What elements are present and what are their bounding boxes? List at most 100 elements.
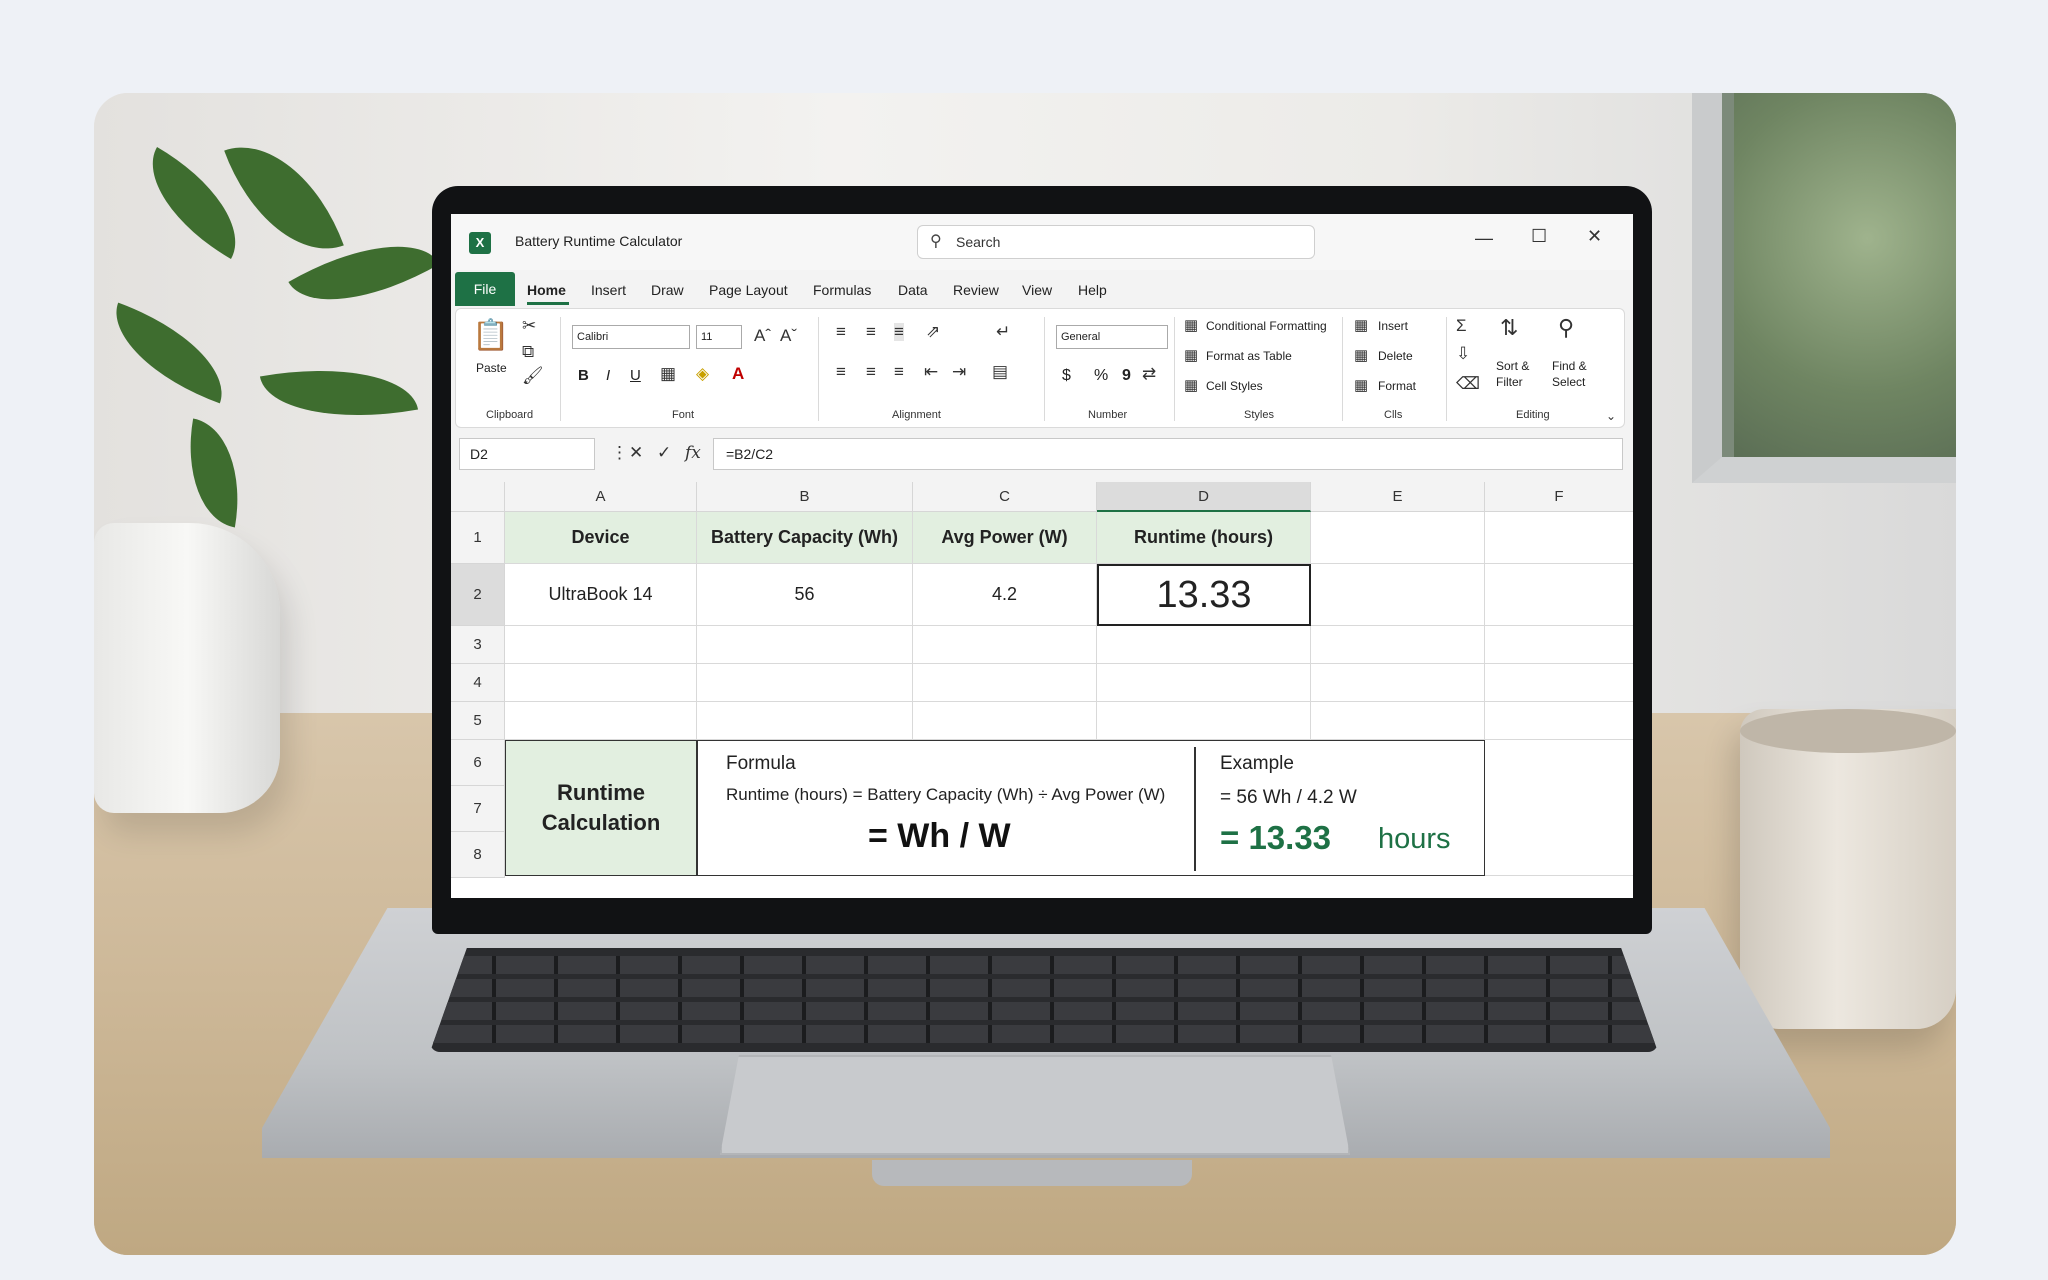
format-cells-icon[interactable]: ▦ <box>1354 377 1368 395</box>
cell-e2[interactable] <box>1311 564 1485 626</box>
more-icon[interactable]: ⋮ <box>611 444 628 462</box>
cell-empty[interactable] <box>697 702 913 740</box>
cell-empty[interactable] <box>1097 626 1311 664</box>
confirm-entry-icon[interactable]: ✓ <box>657 444 671 462</box>
row-header-7[interactable]: 7 <box>451 786 505 832</box>
cell-empty[interactable] <box>1311 664 1485 702</box>
find-select-icon[interactable]: ⚲ <box>1558 317 1574 339</box>
collapse-ribbon-icon[interactable]: ⌄ <box>1606 407 1616 425</box>
sort-filter-label-1[interactable]: Sort & <box>1496 359 1529 373</box>
grow-font-icon[interactable]: Aˆ <box>754 327 771 345</box>
copy-icon[interactable]: ⧉ <box>522 343 534 361</box>
orientation-icon[interactable]: ⇗ <box>926 323 940 341</box>
cell-empty[interactable] <box>1097 664 1311 702</box>
tab-draw[interactable]: Draw <box>651 282 684 298</box>
column-header-b[interactable]: B <box>697 482 913 512</box>
italic-button[interactable]: I <box>606 367 610 384</box>
underline-button[interactable]: U <box>630 367 641 384</box>
font-size-dropdown[interactable]: 11 <box>696 325 742 349</box>
name-box[interactable]: D2 <box>459 438 595 470</box>
row-header-5[interactable]: 5 <box>451 702 505 740</box>
align-middle-icon[interactable]: ≡ <box>866 323 876 341</box>
insert-cells-icon[interactable]: ▦ <box>1354 317 1368 335</box>
fill-icon[interactable]: ⇩ <box>1456 345 1470 363</box>
runtime-calculation-label-cell[interactable]: Runtime Calculation <box>505 740 697 876</box>
cell-empty[interactable] <box>1485 626 1633 664</box>
cell-empty[interactable] <box>913 702 1097 740</box>
cell-empty[interactable] <box>1485 664 1633 702</box>
column-header-d[interactable]: D <box>1097 482 1311 512</box>
format-painter-icon[interactable]: 🖌 <box>522 367 544 385</box>
clear-icon[interactable]: ⌫ <box>1456 375 1480 393</box>
font-name-dropdown[interactable]: Calibri <box>572 325 690 349</box>
conditional-formatting-button[interactable]: Conditional Formatting <box>1206 319 1327 333</box>
tab-formulas[interactable]: Formulas <box>813 282 871 298</box>
cell-a1[interactable]: Device <box>505 512 697 564</box>
bold-button[interactable]: B <box>578 367 589 384</box>
merge-center-icon[interactable]: ▤ <box>992 363 1008 381</box>
borders-icon[interactable]: ▦ <box>660 365 676 383</box>
align-top-icon[interactable]: ≡ <box>836 323 846 341</box>
minimize-button[interactable]: — <box>1475 228 1493 249</box>
tab-review[interactable]: Review <box>953 282 999 298</box>
column-header-c[interactable]: C <box>913 482 1097 512</box>
formula-example-cell[interactable]: Formula Runtime (hours) = Battery Capaci… <box>697 740 1485 876</box>
cell-empty[interactable] <box>697 664 913 702</box>
conditional-formatting-icon[interactable]: ▦ <box>1184 317 1198 335</box>
cell-a2[interactable]: UltraBook 14 <box>505 564 697 626</box>
search-box[interactable]: ⚲ Search <box>917 225 1315 259</box>
cell-empty[interactable] <box>1097 702 1311 740</box>
align-right-icon[interactable]: ≡ <box>894 363 904 381</box>
cell-empty[interactable] <box>913 664 1097 702</box>
paste-label[interactable]: Paste <box>476 361 507 375</box>
find-select-label-2[interactable]: Select <box>1552 375 1585 389</box>
cell-f2[interactable] <box>1485 564 1633 626</box>
cell-empty[interactable] <box>1485 702 1633 740</box>
cell-empty[interactable] <box>1311 702 1485 740</box>
cell-d1[interactable]: Runtime (hours) <box>1097 512 1311 564</box>
align-left-icon[interactable]: ≡ <box>836 363 846 381</box>
increase-indent-icon[interactable]: ⇥ <box>952 363 966 381</box>
format-cells-button[interactable]: Format <box>1378 379 1416 393</box>
row-header-2[interactable]: 2 <box>451 564 505 626</box>
shrink-font-icon[interactable]: Aˇ <box>780 327 797 345</box>
cell-empty[interactable] <box>913 626 1097 664</box>
sort-filter-label-2[interactable]: Filter <box>1496 375 1523 389</box>
align-center-icon[interactable]: ≡ <box>866 363 876 381</box>
cell-styles-icon[interactable]: ▦ <box>1184 377 1198 395</box>
tab-page-layout[interactable]: Page Layout <box>709 282 788 298</box>
cell-styles-button[interactable]: Cell Styles <box>1206 379 1263 393</box>
cell-e1[interactable] <box>1311 512 1485 564</box>
cell-empty[interactable] <box>505 664 697 702</box>
number-format-dropdown[interactable]: General <box>1056 325 1168 349</box>
tab-data[interactable]: Data <box>898 282 928 298</box>
insert-function-icon[interactable]: fx <box>685 444 701 462</box>
row-header-3[interactable]: 3 <box>451 626 505 664</box>
cell-c2[interactable]: 4.2 <box>913 564 1097 626</box>
format-as-table-icon[interactable]: ▦ <box>1184 347 1198 365</box>
wrap-text-icon[interactable]: ↵ <box>996 323 1010 341</box>
column-header-e[interactable]: E <box>1311 482 1485 512</box>
align-bottom-icon[interactable]: ≡ <box>894 323 904 341</box>
cell-empty[interactable] <box>1311 626 1485 664</box>
row-header-4[interactable]: 4 <box>451 664 505 702</box>
tab-home[interactable]: Home <box>527 282 566 298</box>
tab-help[interactable]: Help <box>1078 282 1107 298</box>
format-as-table-button[interactable]: Format as Table <box>1206 349 1292 363</box>
column-header-f[interactable]: F <box>1485 482 1633 512</box>
delete-cells-icon[interactable]: ▦ <box>1354 347 1368 365</box>
cancel-entry-icon[interactable]: ✕ <box>629 444 643 462</box>
cell-b2[interactable]: 56 <box>697 564 913 626</box>
cell-empty[interactable] <box>697 626 913 664</box>
percent-button[interactable]: % <box>1094 367 1108 385</box>
delete-cells-button[interactable]: Delete <box>1378 349 1413 363</box>
tab-view[interactable]: View <box>1022 282 1052 298</box>
close-button[interactable]: ✕ <box>1587 226 1602 247</box>
maximize-button[interactable]: ☐ <box>1531 226 1547 247</box>
row-header-8[interactable]: 8 <box>451 832 505 878</box>
insert-cells-button[interactable]: Insert <box>1378 319 1408 333</box>
cell-c1[interactable]: Avg Power (W) <box>913 512 1097 564</box>
tab-insert[interactable]: Insert <box>591 282 626 298</box>
fill-color-icon[interactable]: ◈ <box>696 365 709 383</box>
cell-empty[interactable] <box>1485 740 1633 876</box>
